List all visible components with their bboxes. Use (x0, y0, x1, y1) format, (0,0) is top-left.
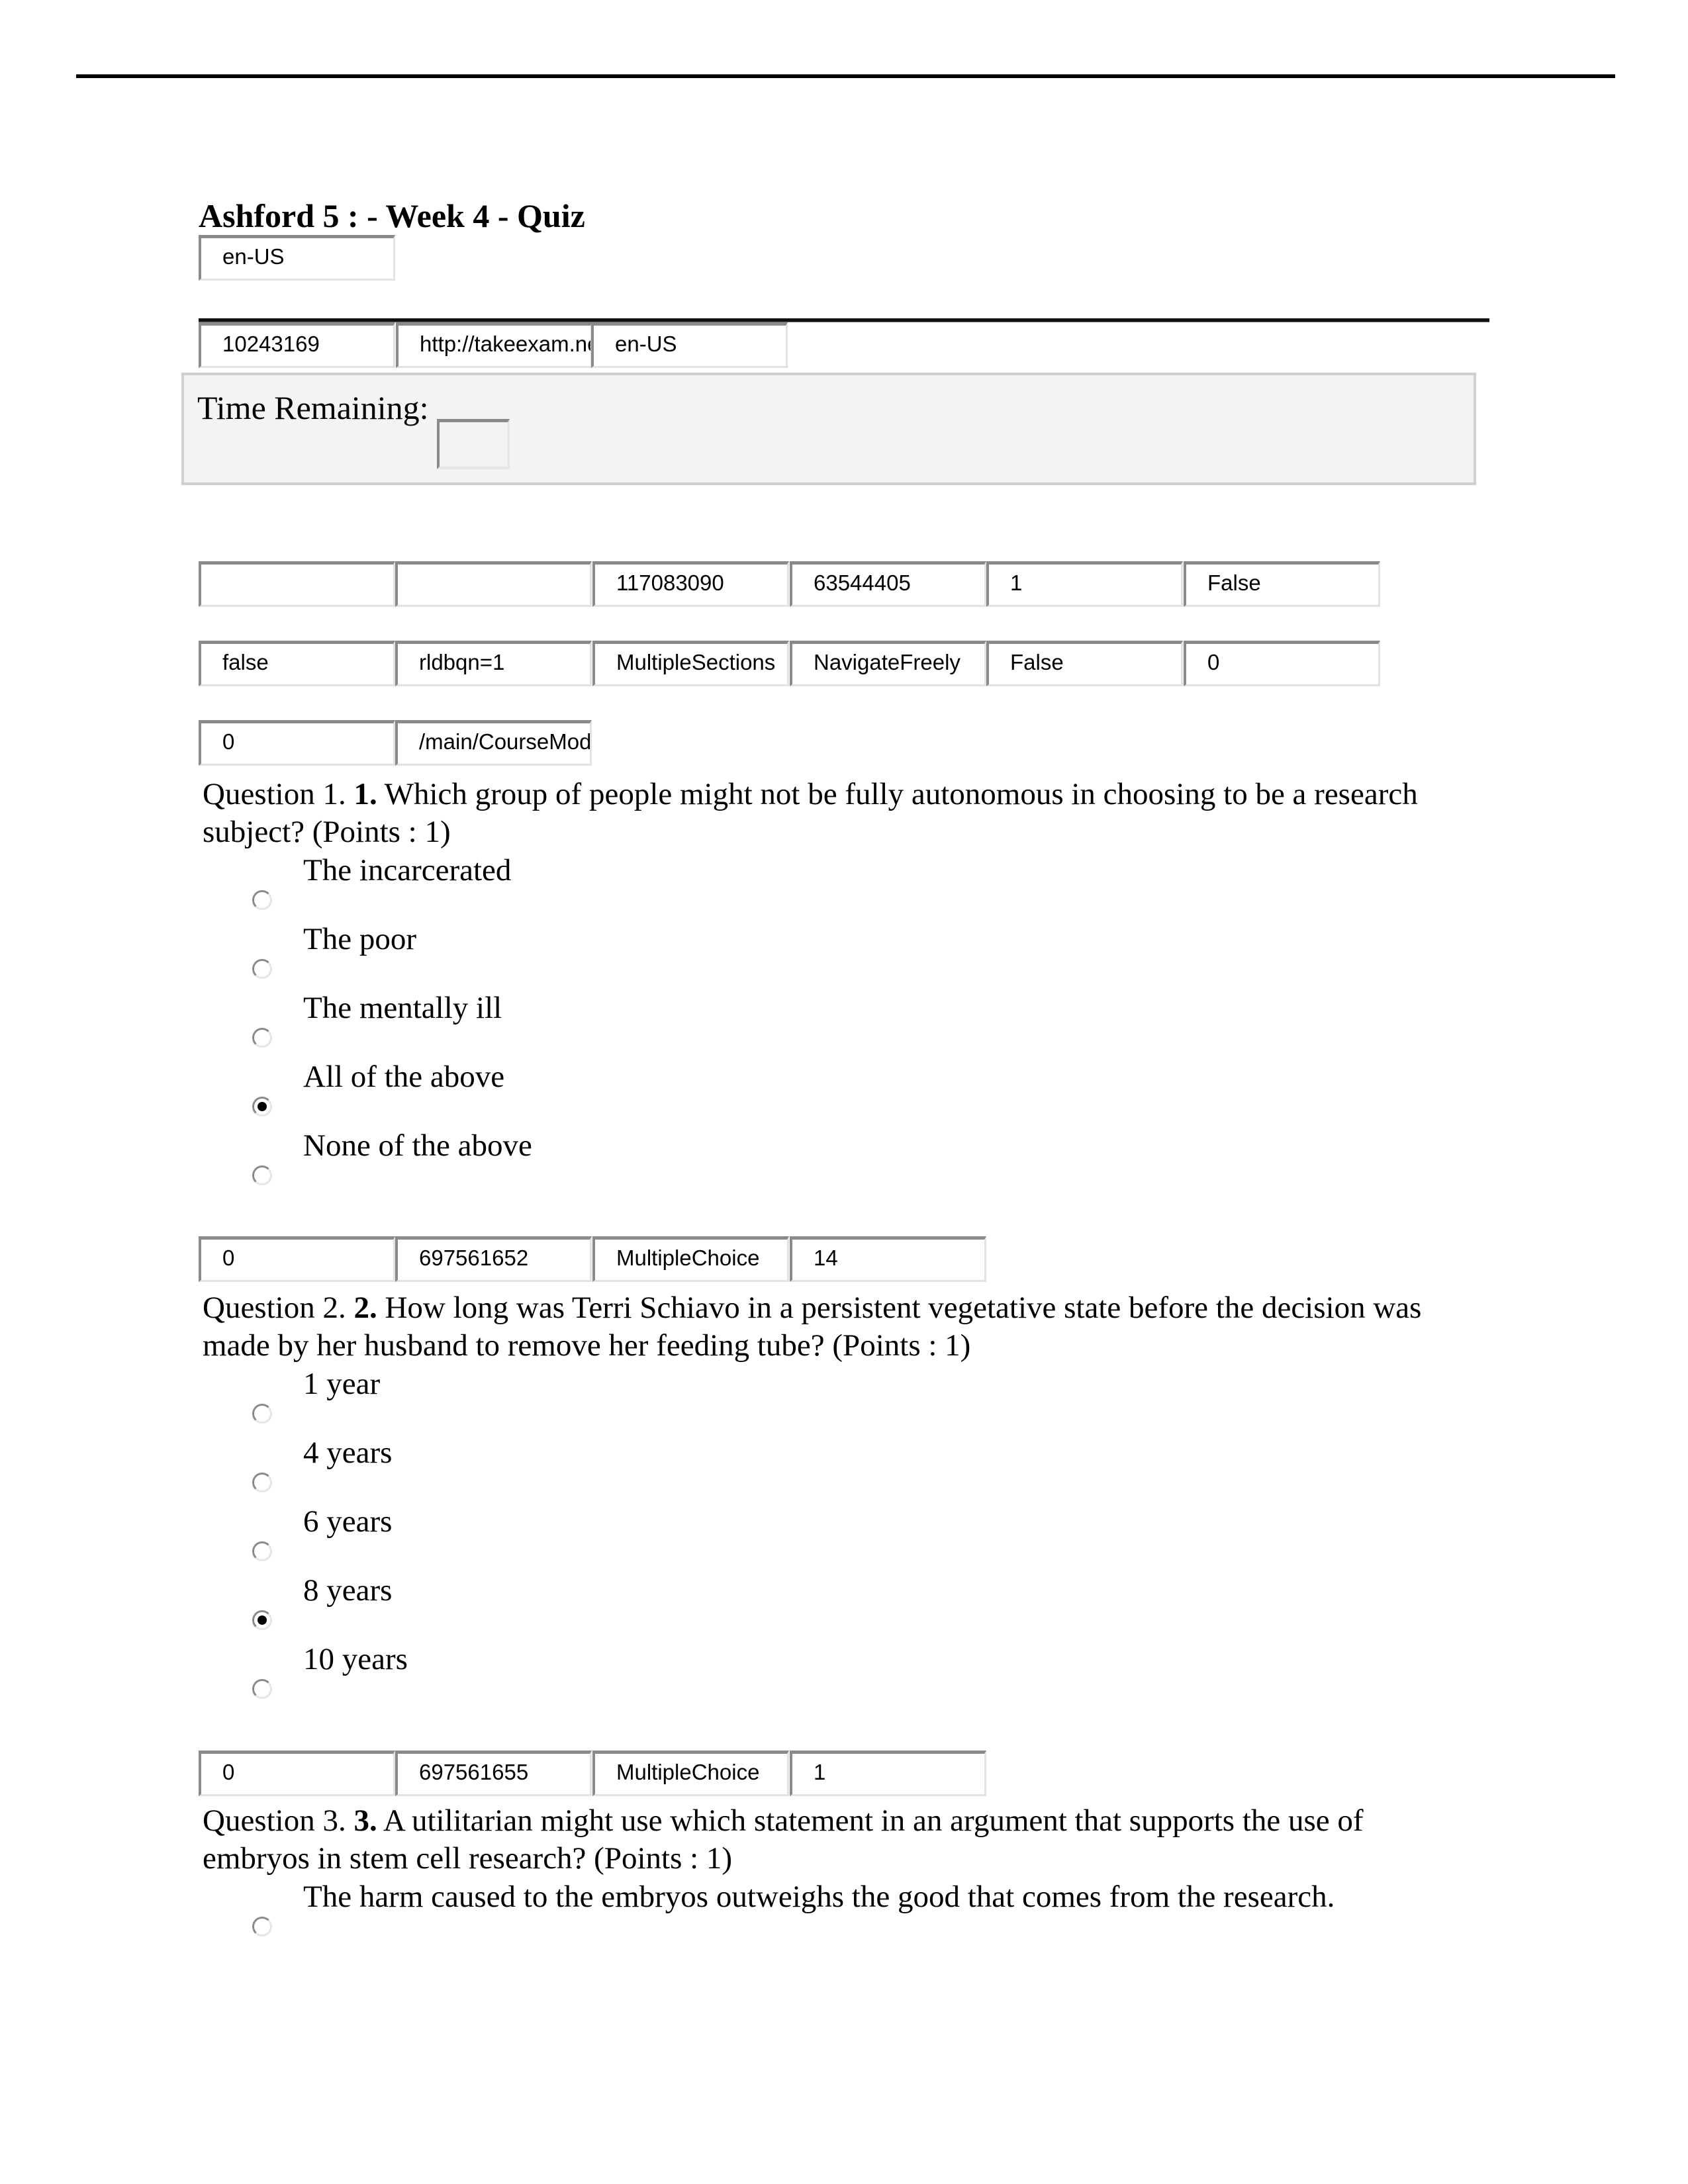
time-remaining-label: Time Remaining: (197, 389, 429, 426)
answer-option-label[interactable]: 8 years (303, 1572, 392, 1610)
question-text: Question 1. 1. Which group of people mig… (203, 776, 1460, 851)
radio-unselected-icon[interactable] (252, 1541, 272, 1561)
question-body: How long was Terri Schiavo in a persiste… (203, 1291, 1422, 1363)
radio-unselected-icon[interactable] (252, 959, 272, 979)
hidden-field[interactable]: rldbqn=1 (395, 641, 592, 686)
question-text: Question 3. 3. A utilitarian might use w… (203, 1802, 1460, 1878)
question-body: Which group of people might not be fully… (203, 777, 1418, 849)
radio-unselected-icon[interactable] (252, 1028, 272, 1048)
hidden-field[interactable]: 63544405 (790, 561, 986, 607)
answer-option-label[interactable]: 10 years (303, 1641, 408, 1678)
radio-unselected-icon[interactable] (252, 1404, 272, 1424)
hidden-field[interactable] (199, 561, 395, 607)
question-hidden-field[interactable]: 697561655 (395, 1751, 592, 1796)
hidden-field[interactable]: 1 (986, 561, 1183, 607)
hidden-field[interactable]: false (199, 641, 395, 686)
answer-option-label[interactable]: All of the above (303, 1058, 504, 1096)
hidden-field[interactable]: 117083090 (592, 561, 789, 607)
hidden-field[interactable]: False (1184, 561, 1380, 607)
question-prefix: Question 1. (203, 777, 346, 811)
answer-option-label[interactable]: None of the above (303, 1127, 532, 1165)
answer-option-label[interactable]: The mentally ill (303, 989, 502, 1027)
answer-option-label[interactable]: 4 years (303, 1434, 392, 1472)
hidden-field[interactable]: 0 (1184, 641, 1380, 686)
question-hidden-field[interactable]: MultipleChoice (592, 1751, 789, 1796)
radio-unselected-icon[interactable] (252, 1917, 272, 1936)
page-title: Ashford 5 : - Week 4 - Quiz (199, 197, 585, 234)
question-hidden-field[interactable]: 697561652 (395, 1236, 592, 1282)
question-hidden-field[interactable]: 14 (790, 1236, 986, 1282)
header-field-id[interactable]: 10243169 (199, 322, 395, 368)
page-top-rule (76, 74, 1615, 78)
hidden-field[interactable]: 0 (199, 720, 395, 766)
radio-unselected-icon[interactable] (252, 1679, 272, 1699)
question-text: Question 2. 2. How long was Terri Schiav… (203, 1289, 1460, 1365)
header-field-url[interactable]: http://takeexam.ne (396, 322, 592, 368)
radio-unselected-icon[interactable] (252, 890, 272, 910)
question-hidden-field[interactable]: 1 (790, 1751, 986, 1796)
answer-option-label[interactable]: 6 years (303, 1503, 392, 1541)
answer-option-label[interactable]: The poor (303, 921, 416, 958)
question-hidden-field[interactable]: 0 (199, 1236, 395, 1282)
answer-option-label[interactable]: 1 year (303, 1365, 380, 1403)
hidden-field[interactable]: MultipleSections (592, 641, 789, 686)
answer-option-label[interactable]: The incarcerated (303, 852, 511, 889)
question-prefix: Question 3. (203, 1803, 346, 1838)
locale-field[interactable]: en-US (199, 235, 395, 281)
question-hidden-field[interactable]: MultipleChoice (592, 1236, 789, 1282)
question-prefix: Question 2. (203, 1291, 346, 1325)
time-remaining-field[interactable] (437, 419, 510, 469)
question-body: A utilitarian might use which statement … (203, 1803, 1364, 1876)
hidden-field[interactable]: False (986, 641, 1183, 686)
question-number: 1. (353, 777, 377, 811)
radio-unselected-icon[interactable] (252, 1165, 272, 1185)
question-hidden-field[interactable]: 0 (199, 1751, 395, 1796)
radio-unselected-icon[interactable] (252, 1473, 272, 1492)
radio-selected-icon[interactable] (252, 1097, 272, 1116)
question-number: 2. (353, 1291, 377, 1325)
hidden-field[interactable]: NavigateFreely (790, 641, 986, 686)
hidden-field[interactable]: /main/CourseMod (395, 720, 592, 766)
header-field-locale[interactable]: en-US (591, 322, 788, 368)
answer-option-label[interactable]: The harm caused to the embryos outweighs… (303, 1878, 1335, 1916)
question-number: 3. (353, 1803, 377, 1838)
radio-selected-icon[interactable] (252, 1610, 272, 1630)
hidden-field[interactable] (395, 561, 592, 607)
